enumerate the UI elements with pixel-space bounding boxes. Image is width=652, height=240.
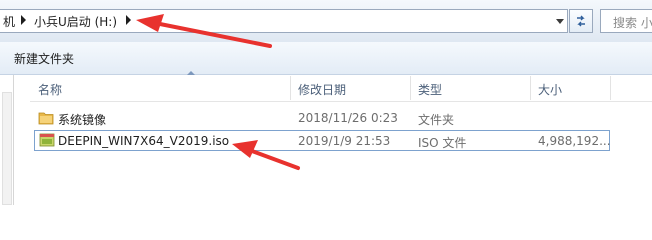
column-modified[interactable]: 修改日期 xyxy=(298,81,346,98)
refresh-icon xyxy=(577,15,585,27)
file-modified: 2018/11/26 0:23 xyxy=(298,111,398,125)
breadcrumb-drive[interactable]: 小兵U启动 (H:) xyxy=(34,13,117,30)
navigation-scrollbar[interactable] xyxy=(2,92,12,205)
column-size[interactable]: 大小 xyxy=(538,81,562,98)
search-placeholder: 搜索 小 xyxy=(613,16,652,30)
command-toolbar: 新建文件夹 xyxy=(0,42,652,75)
column-type[interactable]: 类型 xyxy=(418,81,442,98)
file-size: 4,988,192... xyxy=(538,134,611,148)
folder-icon xyxy=(38,112,54,125)
address-bar[interactable]: 机 小兵U启动 (H:) xyxy=(0,9,568,33)
file-type: ISO 文件 xyxy=(418,136,467,150)
file-type: 文件夹 xyxy=(418,113,455,127)
column-divider[interactable] xyxy=(290,76,291,100)
column-divider[interactable] xyxy=(530,76,531,100)
new-folder-button[interactable]: 新建文件夹 xyxy=(14,50,74,67)
sort-ascending-icon xyxy=(187,71,195,75)
search-input[interactable]: 搜索 小 xyxy=(600,9,652,33)
column-name[interactable]: 名称 xyxy=(38,81,62,98)
refresh-button[interactable] xyxy=(569,9,593,33)
column-header-row: 名称 修改日期 类型 大小 xyxy=(30,71,652,102)
file-modified: 2019/1/9 21:53 xyxy=(298,134,391,148)
file-row[interactable]: 系统镜像 2018/11/26 0:23 文件夹 xyxy=(34,108,610,129)
address-bar-row: 机 小兵U启动 (H:) 搜索 小 xyxy=(0,0,652,42)
column-divider[interactable] xyxy=(410,76,411,100)
breadcrumb-chevron-icon[interactable] xyxy=(21,15,26,25)
column-divider[interactable] xyxy=(610,76,611,100)
breadcrumb-chevron-icon[interactable] xyxy=(126,15,131,25)
iso-file-icon xyxy=(39,133,55,147)
breadcrumb-computer[interactable]: 机 xyxy=(3,13,15,30)
file-name: DEEPIN_WIN7X64_V2019.iso xyxy=(58,134,230,148)
file-name: 系统镜像 xyxy=(58,113,107,127)
file-row[interactable]: DEEPIN_WIN7X64_V2019.iso 2019/1/9 21:53 … xyxy=(34,130,611,151)
address-history-dropdown-icon[interactable] xyxy=(552,9,568,33)
